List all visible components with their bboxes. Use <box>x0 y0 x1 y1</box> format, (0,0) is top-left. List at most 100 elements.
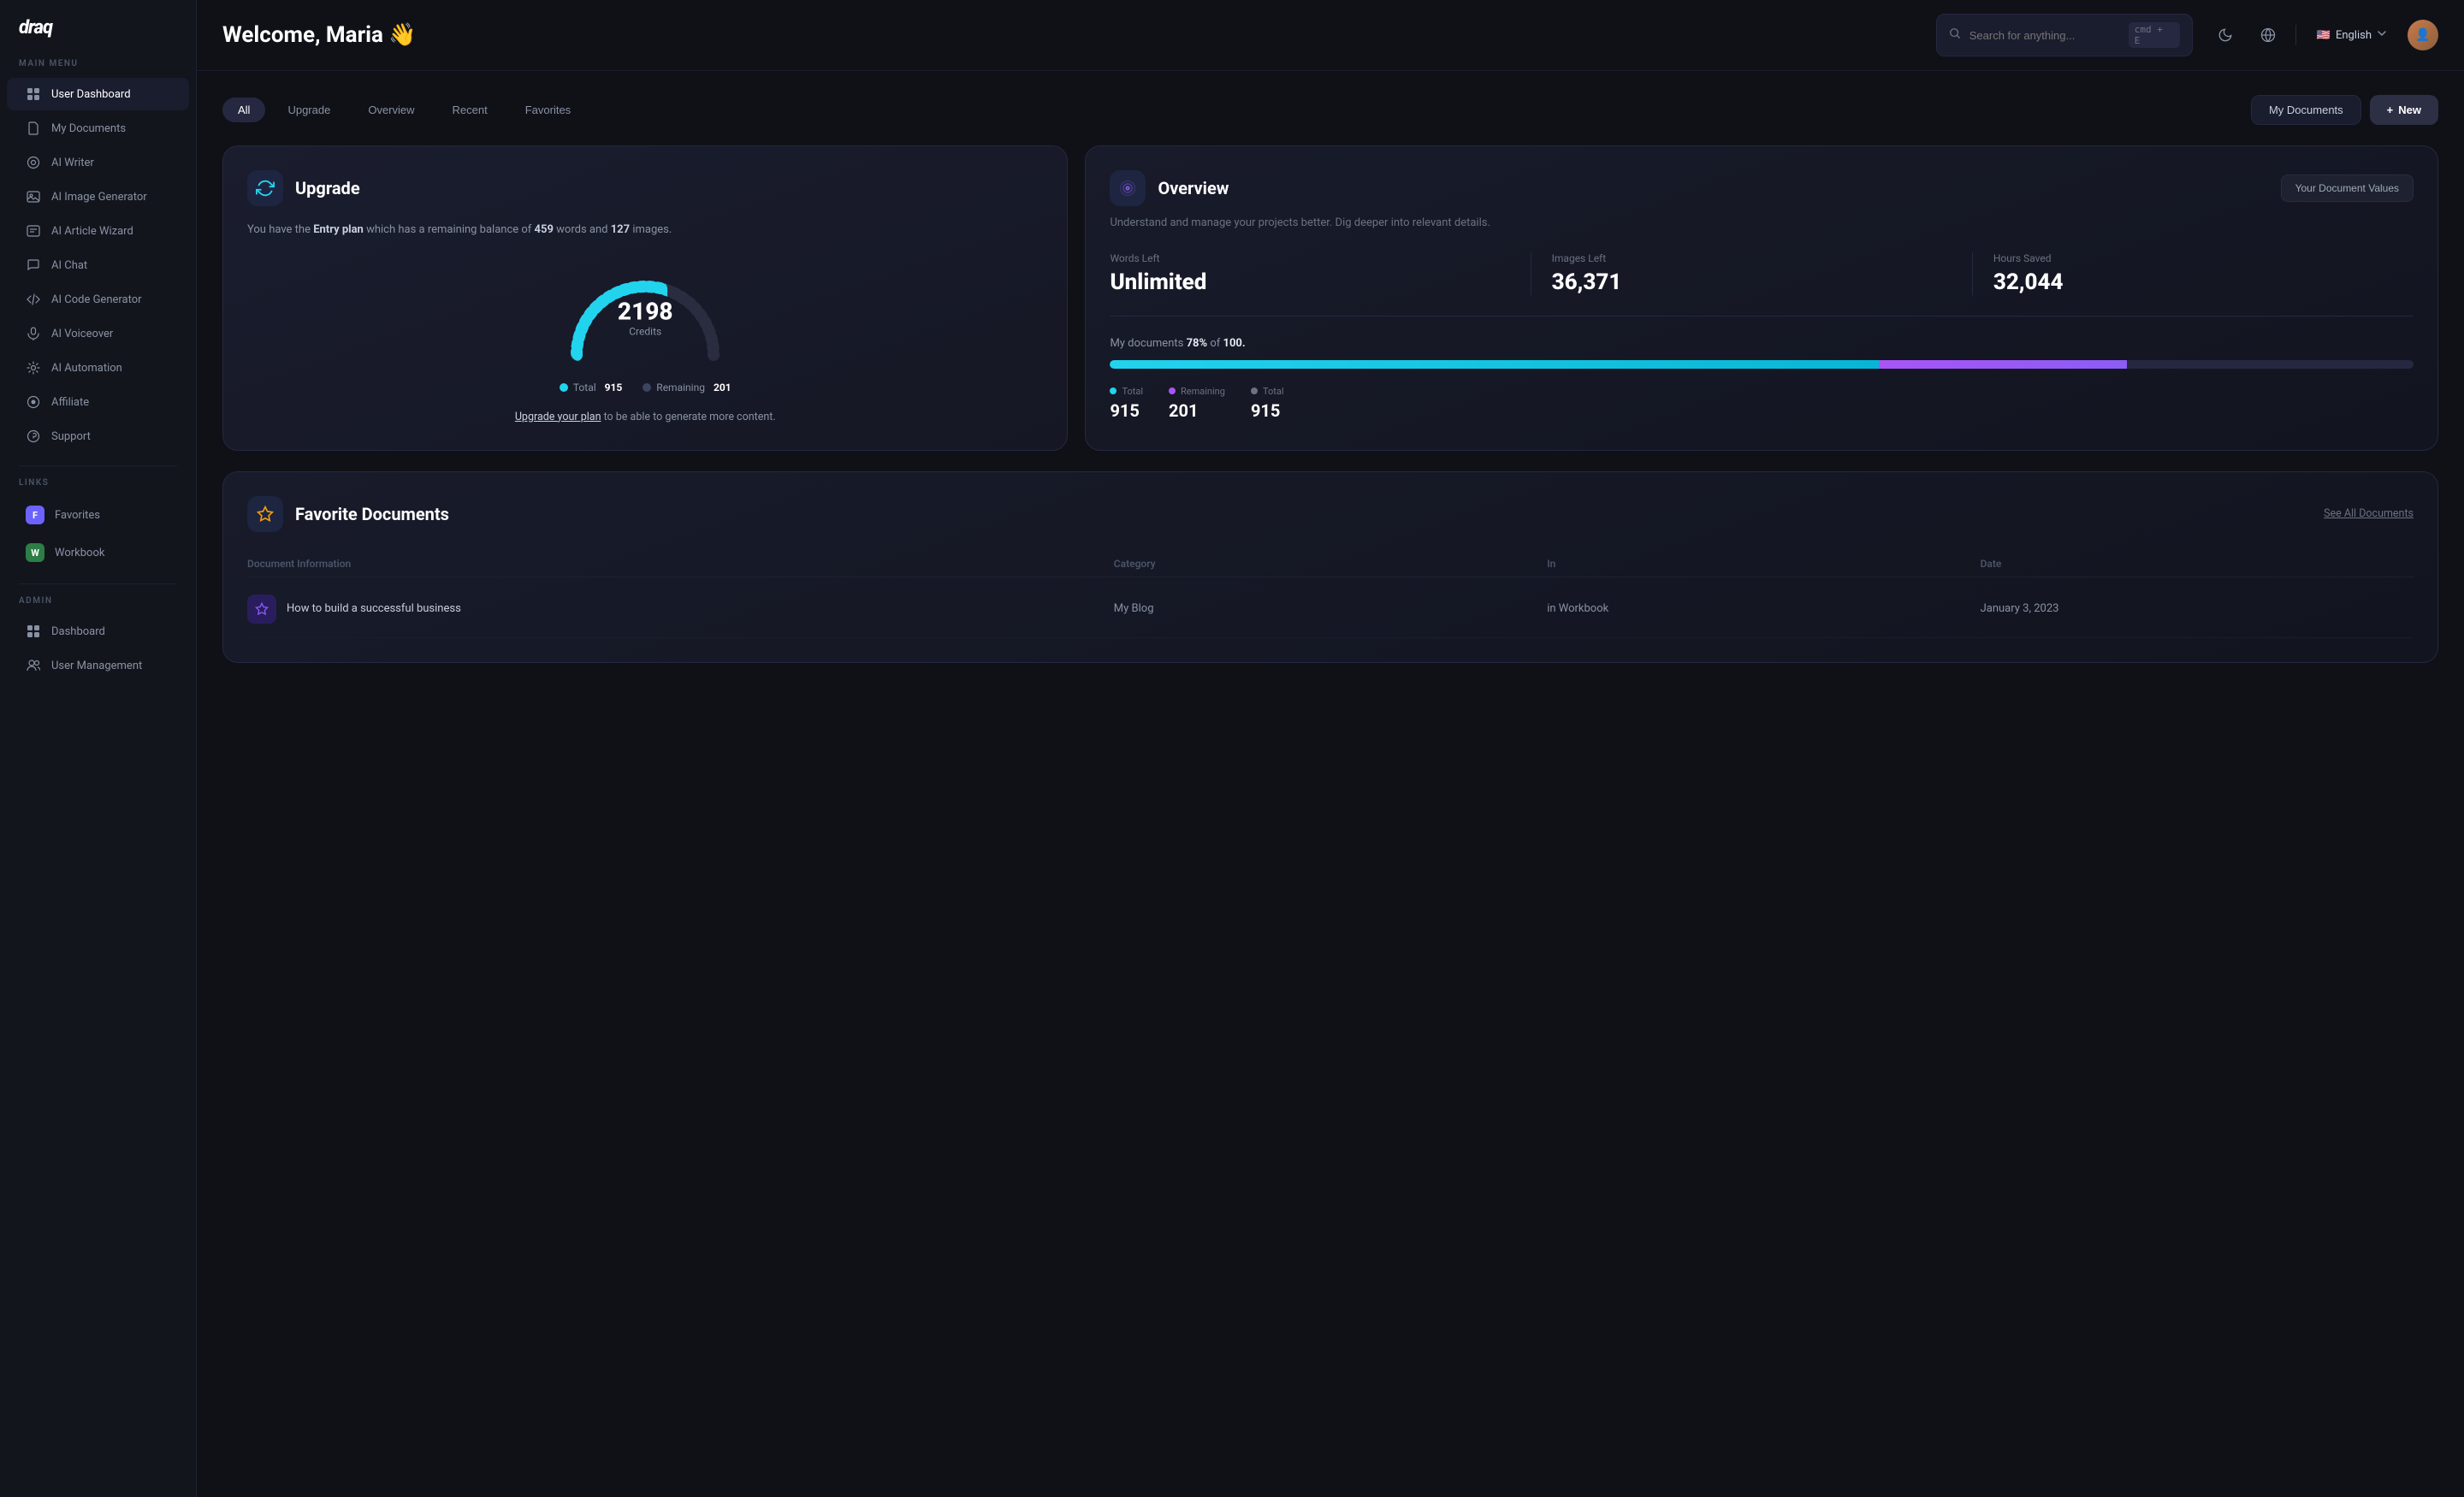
sidebar-item-label: AI Article Wizard <box>51 225 133 238</box>
upgrade-plan-link[interactable]: Upgrade your plan <box>515 411 601 423</box>
sidebar-item-label: Favorites <box>55 509 100 522</box>
sidebar-item-label: User Management <box>51 660 142 672</box>
sidebar-item-ai-voiceover[interactable]: AI Voiceover <box>7 317 189 350</box>
table-row[interactable]: How to build a successful business My Bl… <box>247 581 2414 638</box>
header-divider <box>2295 25 2296 45</box>
sidebar-item-label: Affiliate <box>51 396 89 409</box>
filter-tab-upgrade[interactable]: Upgrade <box>272 98 346 122</box>
sidebar-item-my-documents[interactable]: My Documents <box>7 112 189 145</box>
doc-name: How to build a successful business <box>287 602 461 615</box>
col-in: In <box>1547 558 1980 570</box>
filter-tab-recent[interactable]: Recent <box>437 98 503 122</box>
legend-total-value: 915 <box>605 382 623 393</box>
legend-remaining-value: 201 <box>714 382 732 393</box>
prog-legend-total: Total 915 <box>1110 386 1143 421</box>
prog-legend-total-label: Total <box>1122 386 1143 397</box>
see-all-documents-link[interactable]: See All Documents <box>2324 507 2414 520</box>
search-shortcut: cmd + E <box>2129 22 2180 48</box>
sidebar-divider-links <box>19 465 177 466</box>
overview-header: Overview Your Document Values <box>1110 170 2414 206</box>
support-icon <box>26 429 41 444</box>
sidebar-item-ai-automation[interactable]: AI Automation <box>7 352 189 384</box>
admin-dashboard-icon <box>26 624 41 639</box>
globe-icon-btn[interactable] <box>2253 20 2283 50</box>
favorites-badge: F <box>26 506 44 524</box>
filter-tab-all[interactable]: All <box>222 98 265 122</box>
sidebar-item-user-management[interactable]: User Management <box>7 649 189 682</box>
credits-label: Credits <box>618 326 673 338</box>
my-documents-button[interactable]: My Documents <box>2251 95 2361 125</box>
sidebar-item-ai-code-generator[interactable]: AI Code Generator <box>7 283 189 316</box>
file-icon <box>26 121 41 136</box>
chat-icon <box>26 257 41 273</box>
doc-values-button[interactable]: Your Document Values <box>2281 175 2414 202</box>
legend-remaining: Remaining 201 <box>643 382 731 393</box>
chevron-down-icon <box>2377 28 2387 42</box>
stat-hours-saved: Hours Saved 32,044 <box>1993 252 2414 295</box>
doc-icon <box>247 595 276 624</box>
table-header: Document Information Category In Date <box>247 551 2414 577</box>
language-selector[interactable]: 🇺🇸 English <box>2308 23 2396 47</box>
doc-date: January 3, 2023 <box>1981 602 2414 615</box>
overview-title: Overview <box>1158 178 1229 198</box>
sidebar-item-label: AI Automation <box>51 362 122 375</box>
progress-purple <box>1879 360 2126 369</box>
credits-value: 2198 <box>618 298 673 326</box>
avatar[interactable]: 👤 <box>2408 20 2438 50</box>
words-left-label: Words Left <box>1110 252 1509 264</box>
sidebar-item-workbook[interactable]: W Workbook <box>7 535 189 571</box>
search-bar[interactable]: cmd + E <box>1936 14 2193 56</box>
cyan-dot <box>1110 388 1116 394</box>
mic-icon <box>26 326 41 341</box>
fav-section-icon <box>247 496 283 532</box>
main-content: Welcome, Maria 👋 cmd + E 🇺🇸 English <box>197 0 2464 1497</box>
sidebar-item-label: User Dashboard <box>51 88 131 101</box>
code-icon <box>26 292 41 307</box>
prog-legend-total2: Total 915 <box>1251 386 1284 421</box>
upgrade-description: You have the Entry plan which has a rema… <box>247 222 1043 240</box>
page-title: Welcome, Maria 👋 <box>222 22 1919 48</box>
dark-mode-toggle[interactable] <box>2210 20 2241 50</box>
filter-tab-overview[interactable]: Overview <box>352 98 429 122</box>
sidebar-item-ai-writer[interactable]: AI Writer <box>7 146 189 179</box>
lang-label: English <box>2336 29 2372 42</box>
credits-display: 2198 Credits <box>618 298 673 338</box>
sidebar-item-label: AI Image Generator <box>51 191 147 204</box>
prog-legend-total-value: 915 <box>1110 400 1143 421</box>
main-menu-label: MAIN MENU <box>0 59 196 77</box>
workbook-badge: W <box>26 543 44 562</box>
overview-subtitle: Understand and manage your projects bett… <box>1110 215 2414 232</box>
total-dot <box>560 383 568 392</box>
affiliate-icon <box>26 394 41 410</box>
legend-total: Total 915 <box>560 382 622 393</box>
images-left-label: Images Left <box>1552 252 1952 264</box>
sidebar-item-user-dashboard[interactable]: User Dashboard <box>7 78 189 110</box>
sidebar-item-label: Dashboard <box>51 625 105 638</box>
new-button[interactable]: + New <box>2370 95 2438 125</box>
col-category: Category <box>1114 558 1547 570</box>
flag-icon: 🇺🇸 <box>2317 29 2331 42</box>
sidebar-item-ai-image-generator[interactable]: AI Image Generator <box>7 180 189 213</box>
legend-total-label: Total <box>573 382 596 393</box>
col-date: Date <box>1981 558 2414 570</box>
sidebar-item-favorites[interactable]: F Favorites <box>7 497 189 533</box>
filter-tab-favorites[interactable]: Favorites <box>510 98 586 122</box>
sidebar-item-support[interactable]: Support <box>7 420 189 453</box>
legend-remaining-label: Remaining <box>656 382 705 393</box>
search-input[interactable] <box>1969 29 2120 42</box>
remaining-dot <box>643 383 651 392</box>
page-content: All Upgrade Overview Recent Favorites My… <box>197 71 2464 1497</box>
sidebar-item-admin-dashboard[interactable]: Dashboard <box>7 615 189 648</box>
prog-legend-total2-label: Total <box>1263 386 1284 397</box>
sidebar-item-affiliate[interactable]: Affiliate <box>7 386 189 418</box>
filter-actions: My Documents + New <box>2251 95 2438 125</box>
sidebar-item-ai-article-wizard[interactable]: AI Article Wizard <box>7 215 189 247</box>
grid-icon <box>26 86 41 102</box>
overview-card: Overview Your Document Values Understand… <box>1085 145 2438 451</box>
admin-label: ADMIN <box>0 596 196 614</box>
hours-saved-label: Hours Saved <box>1993 252 2393 264</box>
sidebar-item-ai-chat[interactable]: AI Chat <box>7 249 189 281</box>
progress-cyan <box>1110 360 1879 369</box>
users-icon <box>26 658 41 673</box>
upgrade-link-text: Upgrade your plan to be able to generate… <box>247 409 1043 426</box>
